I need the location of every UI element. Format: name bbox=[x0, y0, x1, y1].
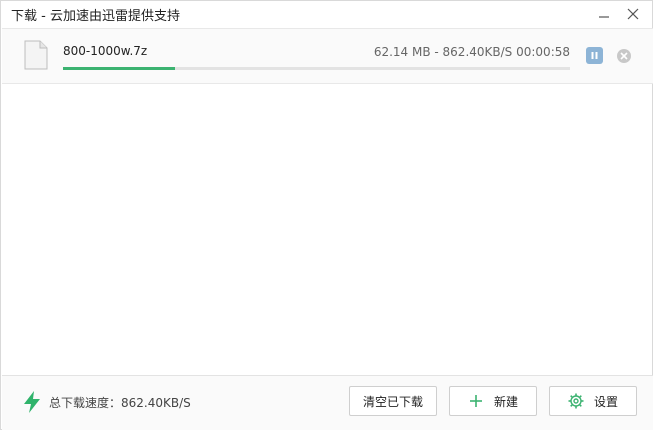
clear-downloaded-label: 清空已下载 bbox=[362, 394, 423, 409]
gear-icon bbox=[568, 393, 584, 409]
minimize-icon bbox=[599, 16, 609, 18]
new-download-button[interactable]: 新建 bbox=[449, 386, 537, 416]
cancel-circle-icon[interactable] bbox=[616, 48, 632, 64]
close-icon bbox=[627, 8, 639, 20]
footer-bar: 总下载速度：862.40KB/S 清空已下载 新建 设置 bbox=[2, 375, 653, 430]
clear-downloaded-button[interactable]: 清空已下载 bbox=[349, 386, 437, 416]
plus-icon bbox=[469, 395, 482, 407]
lightning-icon bbox=[24, 391, 40, 413]
total-speed-label: 总下载速度：862.40KB/S bbox=[49, 396, 191, 410]
settings-button[interactable]: 设置 bbox=[549, 386, 637, 416]
minimize-button[interactable] bbox=[591, 3, 617, 25]
download-item[interactable]: 800-1000w.7z 62.14 MB - 862.40KB/S 00:00… bbox=[2, 28, 653, 84]
file-name: 800-1000w.7z bbox=[63, 44, 148, 58]
close-button[interactable] bbox=[620, 3, 646, 25]
new-download-label: 新建 bbox=[493, 394, 518, 409]
pause-button[interactable] bbox=[586, 47, 603, 64]
settings-label: 设置 bbox=[593, 394, 618, 409]
progress-fill bbox=[63, 67, 175, 70]
download-stats: 62.14 MB - 862.40KB/S 00:00:58 bbox=[373, 45, 570, 59]
pause-icon bbox=[591, 52, 598, 59]
download-window: 下载 - 云加速由迅雷提供支持 800-1000w.7z 62.14 MB - … bbox=[0, 0, 653, 430]
progress-bar bbox=[63, 67, 570, 70]
title-bar: 下载 - 云加速由迅雷提供支持 bbox=[1, 1, 652, 28]
window-title: 下载 - 云加速由迅雷提供支持 bbox=[11, 9, 180, 24]
file-icon bbox=[24, 40, 48, 70]
